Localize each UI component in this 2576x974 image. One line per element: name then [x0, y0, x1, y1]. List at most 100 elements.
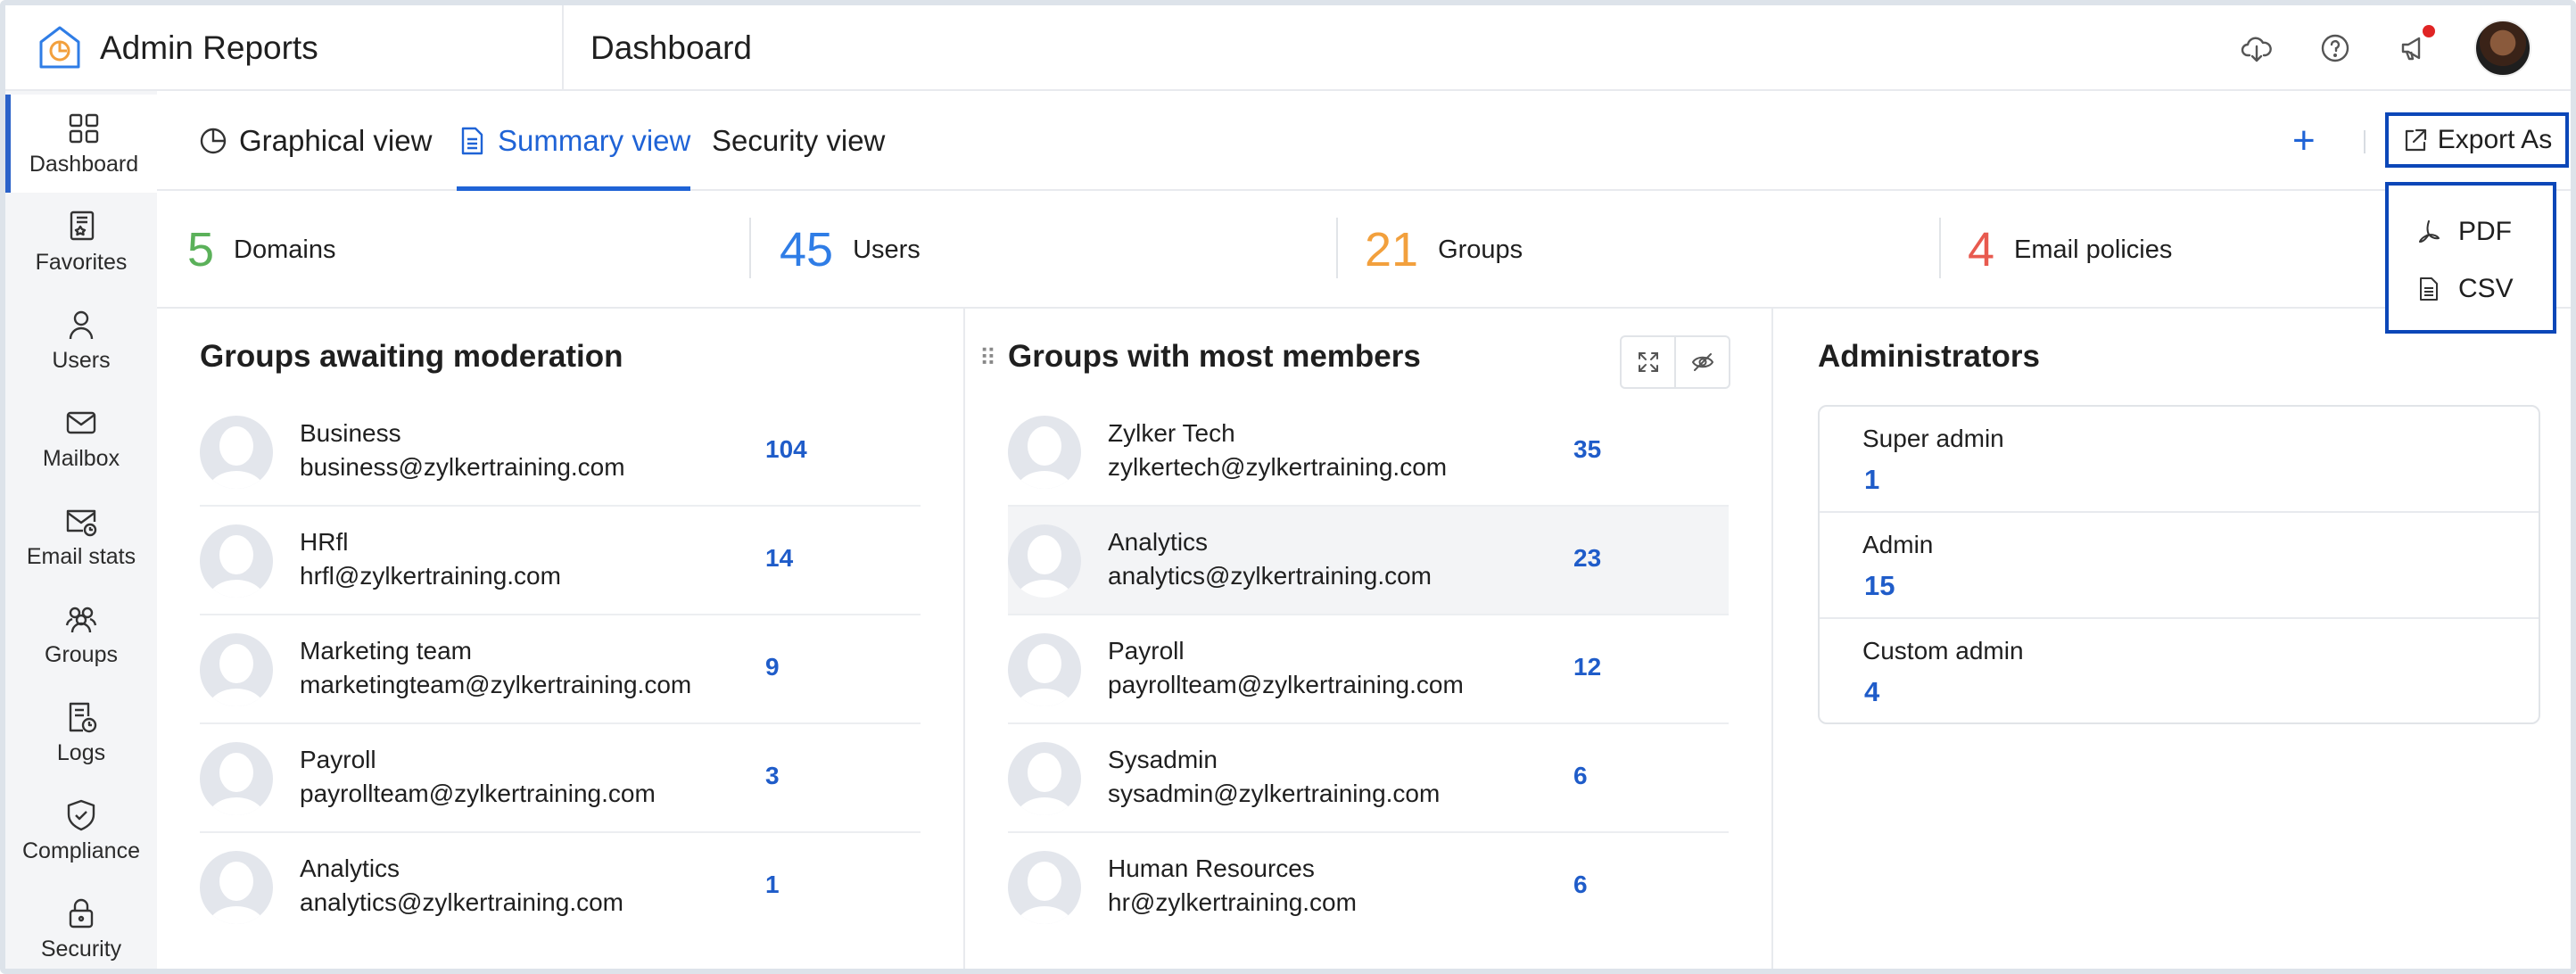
add-widget-button[interactable]: + [2292, 91, 2316, 191]
stat-email-policies[interactable]: 4 Email policies [1968, 191, 2172, 309]
brand[interactable]: Admin Reports [36, 5, 318, 91]
favorites-icon [70, 210, 95, 240]
stat-domains[interactable]: 5 Domains [187, 191, 335, 309]
group-count[interactable]: 6 [1573, 871, 1588, 899]
sidebar-item-logs[interactable]: Logs [5, 683, 157, 781]
list-item[interactable]: Analytics analytics@zylkertraining.com 1 [200, 833, 921, 942]
members-list: Zylker Tech zylkertech@zylkertraining.co… [1008, 398, 1729, 969]
sidebar-item-security[interactable]: Security [5, 879, 157, 969]
mail-icon [66, 411, 96, 433]
group-count[interactable]: 9 [765, 653, 780, 681]
expand-icon[interactable] [1622, 337, 1674, 387]
tab-security-view[interactable]: Security view [712, 91, 885, 191]
group-count[interactable]: 104 [765, 435, 807, 464]
list-item[interactable]: Business business@zylkertraining.com 104 [200, 398, 921, 507]
list-item[interactable]: Zylker Tech zylkertech@zylkertraining.co… [1008, 398, 1729, 507]
sidebar-label: Mailbox [42, 445, 120, 471]
sidebar-item-compliance[interactable]: Compliance [5, 781, 157, 879]
group-email: hrfl@zylkertraining.com [300, 562, 561, 590]
export-as-button[interactable]: Export As [2385, 112, 2569, 168]
group-count[interactable]: 12 [1573, 653, 1601, 681]
group-count[interactable]: 3 [765, 762, 780, 790]
group-email: zylkertech@zylkertraining.com [1108, 453, 1448, 481]
stat-groups[interactable]: 21 Groups [1365, 191, 1523, 309]
drag-handle-icon[interactable]: ⠿ [979, 344, 996, 372]
page-title: Dashboard [590, 29, 753, 66]
export-pdf-option[interactable]: PDF [2389, 203, 2553, 260]
sidebar-label: Compliance [21, 838, 140, 863]
group-avatar [1008, 416, 1081, 489]
export-csv-option[interactable]: CSV [2389, 260, 2553, 318]
list-item[interactable]: HRfl hrfl@zylkertraining.com 14 [200, 507, 921, 615]
stat-value: 5 [187, 223, 215, 277]
pie-icon [200, 128, 227, 154]
document-icon [461, 127, 483, 155]
sidebar-item-users[interactable]: Users [5, 291, 157, 389]
group-avatar [200, 851, 273, 924]
list-item[interactable]: Sysadmin sysadmin@zylkertraining.com 6 [1008, 724, 1729, 833]
list-item[interactable]: Human Resources hr@zylkertraining.com 6 [1008, 833, 1729, 942]
list-item[interactable]: Marketing team marketingteam@zylkertrain… [200, 615, 921, 724]
admin-row-super-admin[interactable]: Super admin 1 [1820, 407, 2539, 513]
shield-icon [67, 799, 95, 830]
notification-dot [2423, 25, 2435, 37]
announcement-icon[interactable] [2396, 25, 2435, 66]
tab-summary-view[interactable]: Summary view [457, 91, 691, 191]
menu-item-label: PDF [2458, 217, 2512, 246]
sidebar-item-dashboard[interactable]: Dashboard [5, 95, 157, 193]
group-count[interactable]: 6 [1573, 762, 1588, 790]
admin-row-custom-admin[interactable]: Custom admin 4 [1820, 619, 2539, 722]
admin-count[interactable]: 4 [1864, 676, 1879, 708]
group-email: analytics@zylkertraining.com [1108, 562, 1432, 590]
stats-summary: 5 Domains 45 Users 21 Groups 4 Email pol… [157, 191, 2387, 309]
tab-label: Security view [712, 124, 886, 157]
groups-icon [65, 607, 97, 632]
administrators-card: Super admin 1 Admin 15 Custom admin 4 [1818, 405, 2540, 724]
hide-icon[interactable] [1674, 337, 1729, 387]
group-name: Zylker Tech [1108, 419, 1235, 447]
admin-row-admin[interactable]: Admin 15 [1820, 513, 2539, 619]
cloud-download-icon[interactable] [2239, 30, 2275, 66]
list-item[interactable]: Analytics analytics@zylkertraining.com 2… [1008, 507, 1729, 615]
help-icon[interactable] [2317, 30, 2353, 66]
menu-item-label: CSV [2458, 274, 2514, 303]
group-email: analytics@zylkertraining.com [300, 888, 623, 916]
panel-title: Groups awaiting moderation [200, 339, 623, 374]
panel-tools [1620, 335, 1730, 389]
sidebar-item-email-stats[interactable]: Email stats [5, 487, 157, 585]
sidebar-label: Favorites [35, 249, 128, 275]
group-name: Payroll [300, 746, 376, 773]
admin-count[interactable]: 1 [1864, 464, 1879, 496]
sidebar-label: Security [40, 936, 122, 962]
sidebar-item-mailbox[interactable]: Mailbox [5, 389, 157, 487]
app-title: Admin Reports [100, 29, 318, 66]
tab-graphical-view[interactable]: Graphical view [198, 91, 432, 191]
moderation-list: Business business@zylkertraining.com 104… [200, 398, 921, 969]
group-count[interactable]: 1 [765, 871, 780, 899]
sidebar-label: Dashboard [29, 151, 139, 177]
avatar[interactable] [2474, 20, 2531, 77]
logs-icon [69, 702, 97, 732]
stat-users[interactable]: 45 Users [780, 191, 921, 309]
sidebar-label: Email stats [26, 543, 136, 569]
panel-groups-awaiting-moderation: Groups awaiting moderation Business busi… [157, 309, 965, 969]
sidebar-item-groups[interactable]: Groups [5, 585, 157, 683]
group-avatar [200, 524, 273, 598]
group-count[interactable]: 14 [765, 544, 793, 573]
sidebar-item-favorites[interactable]: Favorites [5, 193, 157, 291]
group-name: Analytics [1108, 528, 1209, 556]
user-icon [69, 310, 94, 339]
group-count[interactable]: 35 [1573, 435, 1601, 464]
sidebar: Dashboard Favorites Users Mailbox Email … [5, 91, 157, 969]
group-email: hr@zylkertraining.com [1108, 888, 1357, 916]
list-item[interactable]: Payroll payrollteam@zylkertraining.com 3 [200, 724, 921, 833]
tab-label: Summary view [498, 124, 691, 157]
group-avatar [1008, 524, 1081, 598]
admin-count[interactable]: 15 [1864, 570, 1895, 602]
list-item[interactable]: Payroll payrollteam@zylkertraining.com 1… [1008, 615, 1729, 724]
group-count[interactable]: 23 [1573, 544, 1601, 573]
header-actions [2239, 5, 2531, 91]
export-dropdown-menu: PDF CSV [2385, 182, 2556, 334]
group-avatar [1008, 851, 1081, 924]
group-email: marketingteam@zylkertraining.com [300, 671, 692, 698]
